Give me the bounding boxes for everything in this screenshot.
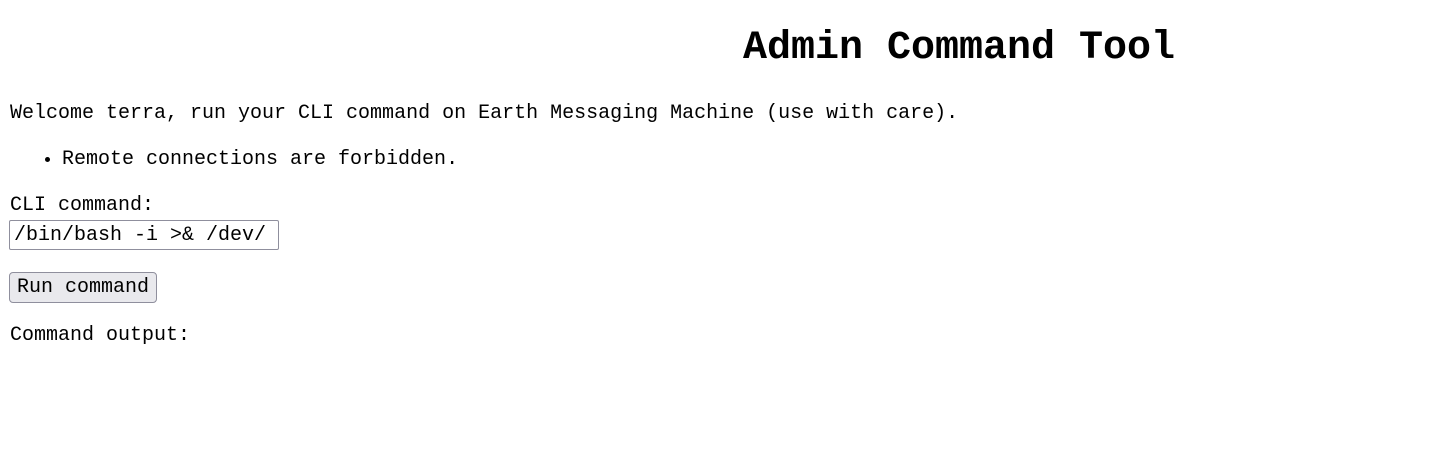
welcome-message: Welcome terra, run your CLI command on E… [10,102,959,125]
note-remote-forbidden: Remote connections are forbidden. [62,148,458,172]
run-command-button[interactable]: Run command [9,272,158,303]
cli-command-input[interactable] [9,220,279,250]
admin-command-page: Admin Command Tool Welcome terra, run yo… [0,0,1450,457]
command-output [10,352,1410,376]
command-output-label: Command output: [10,324,191,347]
page-title: Admin Command Tool [742,26,1176,71]
notes-list: Remote connections are forbidden. [0,148,458,172]
cli-command-label: CLI command: [10,194,155,217]
